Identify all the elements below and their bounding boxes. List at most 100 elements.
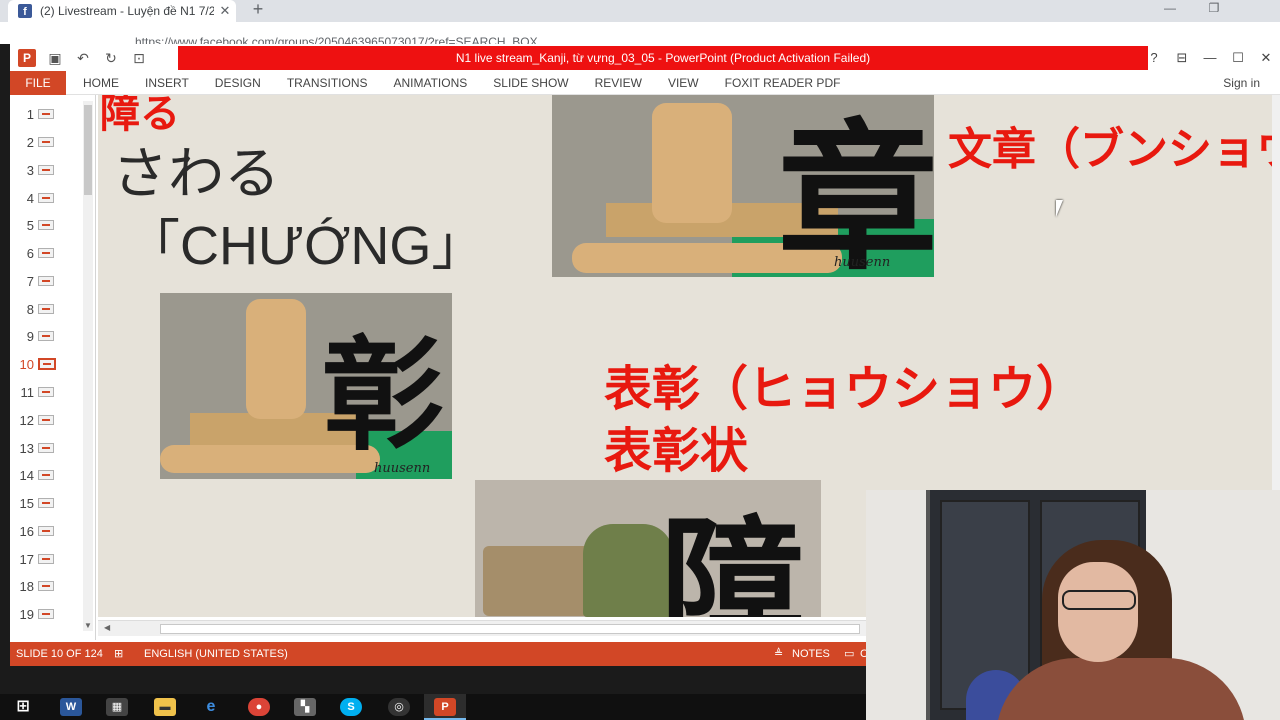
glasses-icon: [1062, 590, 1136, 610]
slide-thumbnail[interactable]: 18: [10, 575, 80, 597]
slide-thumbnail[interactable]: 7: [10, 270, 80, 292]
slide-horizontal-scrollbar[interactable]: ◀: [98, 620, 874, 636]
tab-close-icon[interactable]: ✕: [214, 3, 236, 19]
windows-taskbar: ⊞ W ▦ ▬ e ● ▚ S ◎ P: [0, 694, 866, 720]
close-icon[interactable]: ✕: [1252, 50, 1280, 66]
slide-thumbnail-pane: 1 2 3 4 5 6 7 8 9 10 11 12 13 14 15 16 1…: [10, 95, 96, 640]
word-icon[interactable]: W: [60, 698, 82, 716]
slide-thumbnail[interactable]: 16: [10, 520, 80, 542]
slide-thumbnail[interactable]: 13: [10, 437, 80, 459]
tab-file[interactable]: FILE: [10, 71, 66, 95]
ribbon-tab-list: HOME INSERT DESIGN TRANSITIONS ANIMATION…: [70, 71, 853, 95]
slide-thumbnail[interactable]: 14: [10, 464, 80, 486]
ppt-window-title: N1 live stream_Kanji, từ vựng_03_05 - Po…: [178, 46, 1148, 70]
slide-thumbnail-image: [38, 581, 54, 591]
windows-start-icon[interactable]: ⊞: [12, 698, 34, 716]
powerpoint-logo-icon: P: [18, 48, 36, 67]
slide-thumbnail[interactable]: 11: [10, 381, 80, 403]
store-icon[interactable]: ▦: [106, 698, 128, 716]
slide-thumbnail-image: [38, 387, 54, 397]
new-tab-button[interactable]: +: [248, 0, 268, 20]
notes-button[interactable]: NOTES: [792, 642, 830, 666]
slide-thumbnail[interactable]: 12: [10, 409, 80, 431]
obs-icon[interactable]: ◎: [388, 698, 410, 716]
watermark-text: huusenn: [374, 461, 431, 476]
thumbnail-scrollbar-thumb[interactable]: [84, 105, 92, 195]
browser-tab[interactable]: f (2) Livestream - Luyện đề N1 7/2 ✕: [8, 0, 236, 22]
slide-thumbnail-image: [38, 248, 54, 258]
slide-thumbnail[interactable]: 9: [10, 325, 80, 347]
minimize-icon[interactable]: —: [1148, 0, 1192, 22]
powerpoint-icon[interactable]: P: [434, 698, 456, 716]
browser-tab-title: (2) Livestream - Luyện đề N1 7/2: [40, 4, 214, 18]
edge-icon[interactable]: e: [200, 698, 222, 716]
spell-check-icon[interactable]: ⊞: [114, 642, 123, 666]
browser-address-bar[interactable]: https://www.facebook.com/groups/20504639…: [0, 22, 1280, 49]
slide-thumbnail[interactable]: 17: [10, 548, 80, 570]
app-grid-icon[interactable]: ▚: [294, 698, 316, 716]
undo-icon[interactable]: ↶: [74, 49, 92, 67]
redo-icon[interactable]: ↻: [102, 49, 120, 67]
slide-number: 9: [26, 328, 34, 344]
chrome-icon[interactable]: ●: [248, 698, 270, 716]
file-explorer-icon[interactable]: ▬: [154, 698, 176, 716]
tab-transitions[interactable]: TRANSITIONS: [274, 71, 381, 95]
slide-thumbnail[interactable]: 1: [10, 103, 80, 125]
tab-view[interactable]: VIEW: [655, 71, 712, 95]
kanji-glyph: 彰: [322, 323, 444, 467]
slide-number: 3: [26, 162, 34, 178]
slide-thumbnail-image: [38, 109, 54, 119]
ppt-title-bar: P ▣ ↶ ↻ ⊡ N1 live stream_Kanji, từ vựng_…: [10, 44, 1280, 71]
minimize-icon[interactable]: —: [1196, 50, 1224, 65]
slide-thumbnail[interactable]: 6: [10, 242, 80, 264]
vocab-word-hyoushou: 表彰（ヒョウショウ）: [604, 363, 1085, 416]
slide-thumbnail-image: [38, 526, 54, 536]
slide-thumbnail-image: [38, 276, 54, 286]
slide-thumbnail-image: [38, 304, 54, 314]
slide-thumbnail-image: [38, 137, 54, 147]
notes-icon[interactable]: ≜: [774, 642, 783, 666]
comments-icon[interactable]: ▭: [844, 642, 854, 666]
slide-thumbnail[interactable]: 5: [10, 214, 80, 236]
maximize-icon[interactable]: ☐: [1224, 50, 1252, 66]
language-indicator[interactable]: ENGLISH (UNITED STATES): [144, 642, 288, 666]
save-icon[interactable]: ▣: [46, 49, 64, 67]
help-icon[interactable]: ?: [1140, 50, 1168, 65]
scroll-down-icon[interactable]: ▼: [83, 621, 93, 631]
tab-review[interactable]: REVIEW: [582, 71, 655, 95]
slide-thumbnail-image: [38, 470, 54, 480]
slide-number: 17: [19, 551, 34, 567]
hiragana-reading: さわる: [112, 142, 280, 205]
thumbnail-scrollbar[interactable]: ▼: [83, 101, 93, 631]
slide-thumbnail[interactable]: 4: [10, 187, 80, 209]
slide-number: 14: [19, 467, 34, 483]
tab-design[interactable]: DESIGN: [202, 71, 274, 95]
horizontal-scrollbar-thumb[interactable]: [160, 624, 860, 634]
slide-thumbnail[interactable]: 15: [10, 492, 80, 514]
scroll-left-icon[interactable]: ◀: [104, 623, 110, 632]
skype-icon[interactable]: S: [340, 698, 362, 716]
slide-number: 4: [26, 190, 34, 206]
tab-slide-show[interactable]: SLIDE SHOW: [480, 71, 581, 95]
slide-thumbnail-image: [38, 193, 54, 203]
slide-number: 16: [19, 523, 34, 539]
restore-icon[interactable]: ❐: [1192, 0, 1236, 22]
ribbon-display-icon[interactable]: ⊟: [1168, 50, 1196, 66]
slide-thumbnail[interactable]: 2: [10, 131, 80, 153]
slide-thumbnail-image: [38, 358, 56, 370]
tab-animations[interactable]: ANIMATIONS: [380, 71, 480, 95]
close-icon[interactable]: [1236, 0, 1280, 22]
screen: f (2) Livestream - Luyện đề N1 7/2 ✕ + —…: [0, 0, 1280, 720]
sign-in-link[interactable]: Sign in: [1223, 71, 1260, 95]
tab-insert[interactable]: INSERT: [132, 71, 202, 95]
slide-count-indicator: SLIDE 10 OF 124: [16, 648, 103, 660]
facebook-icon: f: [18, 4, 32, 18]
slide-number: 18: [19, 578, 34, 594]
slide-thumbnail-active[interactable]: 10: [10, 353, 80, 375]
tab-foxit-reader-pdf[interactable]: FOXIT READER PDF: [712, 71, 854, 95]
tab-home[interactable]: HOME: [70, 71, 132, 95]
slide-thumbnail[interactable]: 8: [10, 298, 80, 320]
slide-thumbnail[interactable]: 19: [10, 603, 80, 625]
slide-thumbnail[interactable]: 3: [10, 159, 80, 181]
start-from-beginning-icon[interactable]: ⊡: [130, 49, 148, 67]
